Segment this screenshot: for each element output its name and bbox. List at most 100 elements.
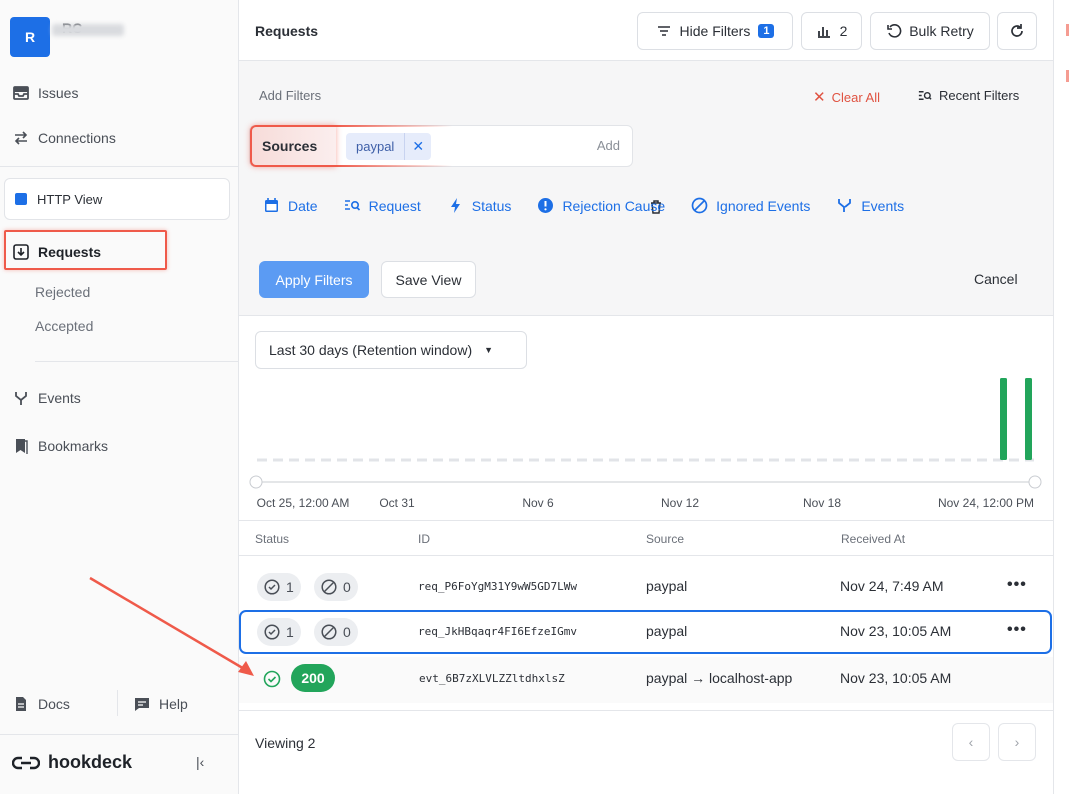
- filter-tab-events[interactable]: Events: [836, 197, 904, 214]
- sources-filter: Sources paypal ✕ Add: [249, 125, 633, 167]
- table-row-selected[interactable]: 1 0 req_JkHBqaqr4FI6EfzeIGmv paypal Nov …: [239, 610, 1052, 654]
- request-id: req_JkHBqaqr4FI6EfzeIGmv: [418, 625, 577, 638]
- source-chip-label: paypal: [356, 139, 395, 154]
- bulk-retry-label: Bulk Retry: [909, 23, 974, 39]
- remove-chip-icon[interactable]: ✕: [404, 133, 431, 160]
- date-range-select[interactable]: Last 30 days (Retention window) ▼: [255, 331, 527, 369]
- requests-highlight-box: [4, 230, 167, 270]
- bolt-icon: [450, 198, 460, 213]
- bulk-retry-button[interactable]: Bulk Retry: [870, 12, 990, 50]
- save-view-button[interactable]: Save View: [381, 261, 476, 298]
- sidebar-subitem-accepted[interactable]: Accepted: [35, 318, 93, 334]
- page-title: Requests: [255, 23, 319, 39]
- clear-all-label: Clear All: [831, 89, 880, 105]
- more-options-icon[interactable]: •••: [1007, 621, 1027, 639]
- collapse-sidebar-icon[interactable]: |‹: [196, 754, 204, 770]
- requests-histogram: Oct 25, 12:00 AM Oct 31 Nov 6 Nov 12 Nov 18 N…: [249, 378, 1042, 510]
- check-circle-icon: [264, 579, 280, 595]
- ignored-count-pill: 0: [314, 573, 358, 601]
- x-tick-label: Oct 31: [379, 496, 415, 510]
- add-filters-label: Add Filters: [259, 88, 322, 103]
- avatar: R: [10, 17, 50, 57]
- source-name: paypal: [646, 578, 688, 594]
- prev-page-button[interactable]: ‹: [952, 723, 990, 761]
- check-circle-icon: [264, 624, 280, 640]
- check-circle-icon: [263, 670, 281, 688]
- more-options-icon[interactable]: •••: [1007, 576, 1027, 594]
- chart-bar: [1025, 378, 1032, 460]
- http-view-selector[interactable]: HTTP View: [4, 178, 230, 220]
- account-switcher[interactable]: R RC: [10, 17, 82, 57]
- filter-tab-status[interactable]: Status: [447, 197, 512, 214]
- slider-handle-end[interactable]: [1028, 475, 1042, 489]
- next-page-button[interactable]: ›: [998, 723, 1036, 761]
- sidebar-item-connections[interactable]: Connections: [12, 129, 116, 147]
- column-header-id[interactable]: ID: [418, 532, 430, 546]
- filter-tab-request[interactable]: Request: [344, 197, 421, 214]
- ban-icon: [321, 579, 337, 595]
- calendar-icon: [265, 198, 278, 212]
- divider: [0, 166, 238, 167]
- sidebar-item-events[interactable]: Events: [12, 389, 81, 407]
- header: Requests Hide Filters 1 2 Bulk Retry: [239, 0, 1053, 61]
- chart-count: 2: [839, 23, 848, 39]
- column-header-status[interactable]: Status: [255, 532, 289, 546]
- recent-filters-button[interactable]: Recent Filters: [917, 88, 1019, 103]
- logo-text: hookdeck: [48, 752, 133, 772]
- filter-tab-label: Events: [861, 197, 905, 214]
- hide-filters-button[interactable]: Hide Filters 1: [637, 12, 793, 50]
- filter-tab-label: Date: [288, 197, 318, 214]
- x-tick-label: Oct 25, 12:00 AM: [257, 496, 350, 510]
- status-badge: 200: [291, 664, 335, 692]
- add-source-input[interactable]: Add: [597, 138, 620, 153]
- event-id: evt_6B7zXLVLZZltdhxlsZ: [419, 672, 565, 685]
- search-list-icon: [344, 200, 360, 211]
- sidebar-item-label: Connections: [38, 130, 116, 146]
- filter-tab-ignored-events[interactable]: Ignored Events: [691, 197, 810, 214]
- http-view-icon: [15, 193, 27, 205]
- cancel-button[interactable]: Cancel: [974, 271, 1018, 287]
- main-panel: Requests Hide Filters 1 2 Bulk Retry Add…: [239, 0, 1053, 794]
- apply-filters-button[interactable]: Apply Filters: [259, 261, 369, 298]
- column-header-source[interactable]: Source: [646, 532, 684, 546]
- ignored-count-pill: 0: [314, 618, 358, 646]
- filter-tab-label: Request: [368, 197, 421, 214]
- x-tick-label: Nov 6: [522, 496, 554, 510]
- refresh-button[interactable]: [997, 12, 1037, 50]
- divider: [0, 734, 238, 735]
- docs-link[interactable]: Docs: [12, 695, 70, 713]
- clear-all-button[interactable]: ✕ Clear All: [813, 88, 880, 106]
- source-name: paypal: [646, 623, 688, 639]
- event-row[interactable]: 200 evt_6B7zXLVLZZltdhxlsZ paypal → loca…: [239, 657, 1053, 703]
- sidebar-item-bookmarks[interactable]: Bookmarks: [12, 437, 108, 455]
- table-row[interactable]: 1 0 req_P6FoYgM31Y9wW5GD7LWw paypal Nov …: [239, 565, 1053, 609]
- sidebar-subitem-rejected[interactable]: Rejected: [35, 284, 90, 300]
- ban-icon: [691, 197, 708, 214]
- http-view-label: HTTP View: [37, 191, 103, 207]
- sources-label: Sources: [250, 125, 336, 167]
- filter-tab-rejection-cause[interactable]: Rejection Cause: [537, 197, 665, 214]
- sidebar-item-issues[interactable]: Issues: [12, 84, 78, 102]
- filter-tab-date[interactable]: Date: [263, 197, 318, 214]
- alert-icon: [538, 198, 554, 213]
- arrows-icon: [14, 131, 28, 145]
- help-label: Help: [159, 696, 188, 712]
- divider: [117, 690, 118, 716]
- close-icon: ✕: [813, 89, 826, 106]
- account-subtitle-redacted: [52, 24, 124, 36]
- column-header-received-at[interactable]: Received At: [841, 532, 905, 546]
- chevron-left-icon: ‹: [968, 734, 974, 750]
- filters-panel: Add Filters ✕ Clear All Recent Filters S…: [239, 61, 1053, 316]
- table-header: Status ID Source Received At: [239, 520, 1053, 556]
- filter-tab-label: Rejection Cause: [562, 197, 666, 214]
- help-link[interactable]: Help: [133, 695, 188, 713]
- bookmark-icon: [16, 439, 28, 454]
- request-id: req_P6FoYgM31Y9wW5GD7LWw: [418, 580, 577, 593]
- event-route: paypal → localhost-app: [646, 670, 793, 686]
- chart-toggle-button[interactable]: 2: [801, 12, 862, 50]
- slider-handle-start[interactable]: [249, 475, 263, 489]
- app-window: R RC Issues Connections HTTP View Reques…: [0, 0, 1071, 794]
- retry-icon: [887, 24, 902, 38]
- edge-marker: [1066, 24, 1069, 36]
- filter-tab-label: Status: [471, 197, 512, 214]
